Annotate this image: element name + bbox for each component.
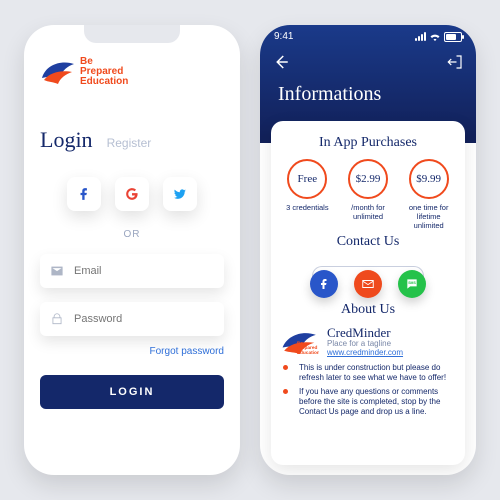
svg-text:Education: Education — [297, 349, 319, 355]
status-bar: 9:41 — [274, 31, 462, 42]
logout-button[interactable] — [446, 53, 464, 76]
password-field[interactable] — [40, 302, 224, 336]
brand-logo: Be Prepared Education — [40, 57, 224, 87]
plan-sub: one time for lifetime unlimited — [402, 203, 455, 230]
plan-price: $9.99 — [416, 173, 441, 185]
mail-icon — [361, 277, 375, 291]
about-bullet: If you have any questions or comments be… — [293, 387, 455, 417]
contact-sms-button[interactable]: SMS — [398, 270, 426, 298]
password-input[interactable] — [72, 312, 218, 326]
brand-logo-small: Be Prepared Education — [281, 328, 319, 356]
plans-row: Free 3 credentials $2.99 /month for unli… — [281, 159, 455, 230]
contact-facebook-button[interactable] — [310, 270, 338, 298]
plan-lifetime[interactable]: $9.99 one time for lifetime unlimited — [402, 159, 455, 230]
tab-login[interactable]: Login — [40, 127, 93, 153]
or-divider: OR — [40, 229, 224, 240]
plan-monthly[interactable]: $2.99 /month for unlimited — [342, 159, 395, 230]
sms-icon: SMS — [405, 277, 419, 291]
about-bullet: This is under construction but please do… — [293, 363, 455, 383]
logout-icon — [446, 53, 464, 71]
login-button[interactable]: LOGIN — [40, 375, 224, 409]
about-bullets: This is under construction but please do… — [281, 363, 455, 417]
section-about-title: About Us — [281, 302, 455, 318]
back-button[interactable] — [272, 53, 290, 76]
google-icon — [125, 187, 139, 201]
nav-bar — [272, 53, 464, 76]
brand-line3: Education — [80, 77, 128, 87]
phone-informations: 9:41 Informations In App Purchases Free … — [260, 25, 476, 475]
status-time: 9:41 — [274, 31, 293, 42]
plan-free[interactable]: Free 3 credentials — [281, 159, 334, 230]
tab-register[interactable]: Register — [107, 136, 152, 150]
social-login-row — [40, 177, 224, 211]
bird-icon: Be Prepared Education — [281, 328, 319, 356]
plan-price: Free — [298, 173, 318, 185]
wifi-icon — [429, 32, 441, 41]
google-login-button[interactable] — [115, 177, 149, 211]
facebook-icon — [77, 187, 91, 201]
plan-price: $2.99 — [356, 173, 381, 185]
forgot-password-link[interactable]: Forgot password — [40, 346, 224, 357]
signal-icon — [415, 32, 426, 41]
phone-login: Be Prepared Education Login Register — [24, 25, 240, 475]
email-field[interactable] — [40, 254, 224, 288]
twitter-login-button[interactable] — [163, 177, 197, 211]
contact-row: SMS — [281, 258, 455, 298]
twitter-icon — [173, 187, 187, 201]
arrow-left-icon — [272, 53, 290, 71]
content-sheet: In App Purchases Free 3 credentials $2.9… — [271, 121, 465, 465]
svg-text:SMS: SMS — [408, 281, 416, 285]
email-input[interactable] — [72, 264, 218, 278]
auth-tabs: Login Register — [40, 127, 224, 153]
section-contact-title: Contact Us — [281, 234, 455, 250]
plan-sub: /month for unlimited — [342, 203, 395, 221]
facebook-login-button[interactable] — [67, 177, 101, 211]
about-app-name: CredMinder — [327, 326, 403, 339]
plan-sub: 3 credentials — [281, 203, 334, 212]
about-block: Be Prepared Education CredMinder Place f… — [281, 326, 455, 357]
section-iap-title: In App Purchases — [281, 135, 455, 151]
about-tagline: Place for a tagline — [327, 339, 403, 348]
about-url-link[interactable]: www.credminder.com — [327, 348, 403, 357]
lock-icon — [50, 312, 64, 326]
contact-mail-button[interactable] — [354, 270, 382, 298]
page-title: Informations — [278, 83, 381, 106]
mail-icon — [50, 264, 64, 278]
battery-icon — [444, 32, 462, 42]
bird-icon — [40, 58, 76, 86]
facebook-icon — [318, 278, 330, 290]
